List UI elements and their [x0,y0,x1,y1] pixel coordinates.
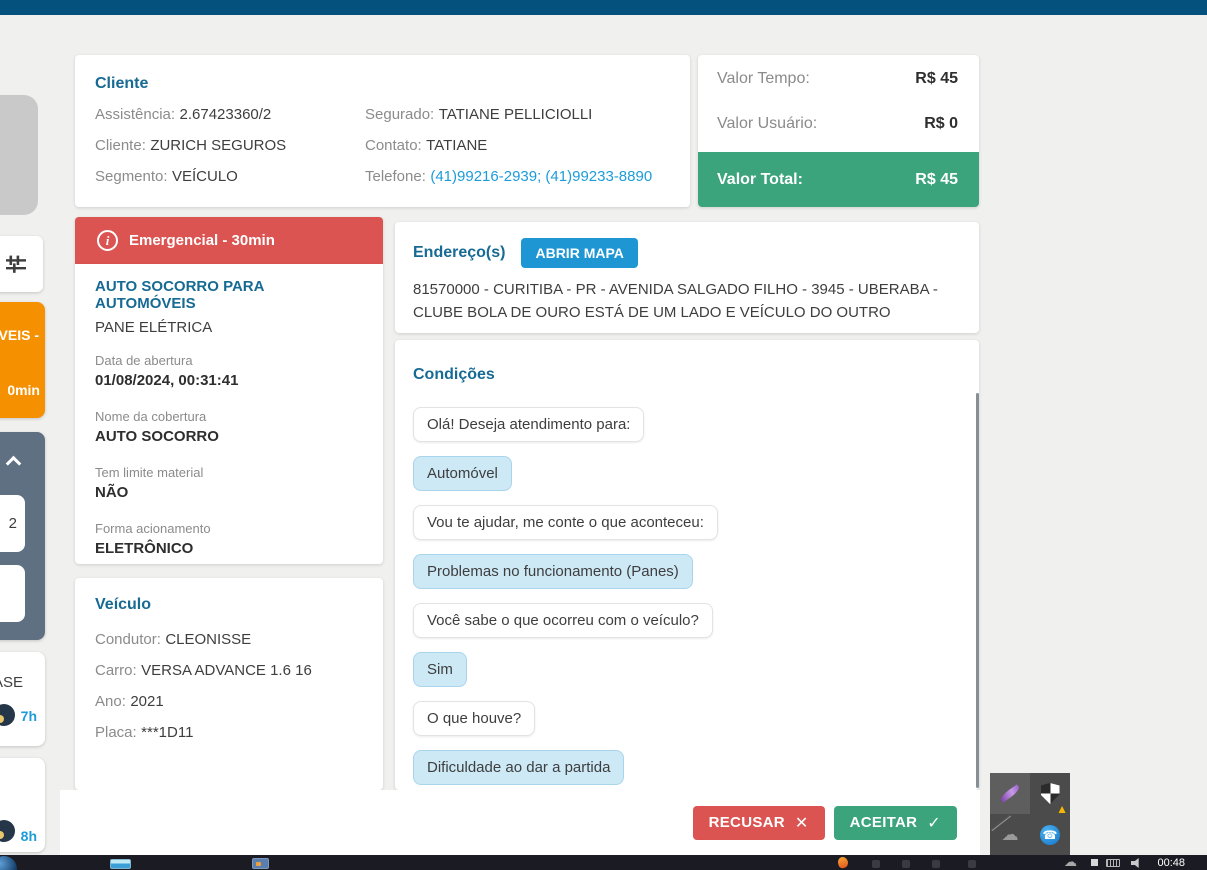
taskbar-explorer-icon[interactable] [252,858,269,869]
contact-field: Contato: TATIANE [365,137,670,155]
queue-empty-box[interactable] [0,565,25,622]
sidebar-filter-button[interactable] [0,236,43,292]
vehicle-card-title: Veículo [95,596,363,614]
taskbar-browser-icon[interactable] [0,856,17,870]
pen-icon [999,784,1021,802]
refuse-button[interactable]: RECUSAR ✕ [693,806,825,840]
warning-icon: ▲ [1056,804,1068,814]
client-field: Cliente: ZURICH SEGUROS [95,137,365,155]
phone-link[interactable]: (41)99216-2939; (41)99233-8890 [430,168,652,185]
tray-onedrive-item[interactable]: ☁ [990,814,1030,855]
service-field: Tem limite material NÃO [95,465,363,501]
tray-speaker-icon[interactable] [1131,858,1142,868]
chat-bubble: Você sabe o que ocorreu com o veículo? [413,603,713,638]
segment-field: Segmento: VEÍCULO [95,168,365,186]
phone-field: Telefone: (41)99216-2939; (41)99233-8890 [365,168,670,186]
explorer-accent [256,862,261,866]
avatar [0,704,15,726]
vehicle-field: Carro: VERSA ADVANCE 1.6 16 [95,662,363,680]
address-text: 81570000 - CURITIBA - PR - AVENIDA SALGA… [413,278,961,324]
service-card: AUTO SOCORRO PARA AUTOMÓVEIS PANE ELÉTRI… [75,264,383,564]
value-total-row: Valor Total: R$ 45 [698,152,979,207]
moon-icon [0,831,4,839]
case-time-badge: 8h [21,828,37,844]
address-card: Endereço(s) ABRIR MAPA 81570000 - CURITI… [395,222,979,333]
tray-defender-item[interactable]: ▲ [1030,773,1070,814]
avatar [0,820,15,842]
conditions-card-title: Condições [413,366,961,384]
moon-icon [0,715,4,723]
taskbar-app-icon[interactable] [110,859,131,869]
open-map-button[interactable]: ABRIR MAPA [521,238,637,268]
sidebar-collapsed-panel [0,95,38,215]
values-card: Valor Tempo: R$ 45 Valor Usuário: R$ 0 V… [698,55,979,207]
chat-bubble: Dificuldade ao dar a partida [413,750,624,785]
sidebar-service-time: 0min [7,382,40,398]
taskbar-flame-icon[interactable] [837,856,850,870]
cloud-off-icon: ☁ [1002,826,1019,844]
chat-bubble: Olá! Deseja atendimento para: [413,407,644,442]
case-label: ASE [0,674,23,691]
tray-phone-item[interactable]: ☎ [1030,814,1070,855]
top-bar [0,0,1207,15]
chat-bubble: O que houve? [413,701,535,736]
tray-pen-item[interactable] [990,773,1030,814]
chat-bubble: Vou te ajudar, me conte o que aconteceu: [413,505,718,540]
chat-bubble: Sim [413,652,467,687]
service-title: AUTO SOCORRO PARA AUTOMÓVEIS [95,278,363,312]
taskbar-clock[interactable]: 00:48 [1157,856,1185,870]
tray-cloud-icon[interactable]: ☁ [1064,854,1077,870]
conditions-card: Condições Olá! Deseja atendimento para: … [395,340,979,790]
vehicle-field: Ano: 2021 [95,693,363,711]
shield-icon [1041,783,1060,804]
taskbar-tray-icon[interactable] [968,860,976,868]
address-card-title: Endereço(s) [413,244,505,262]
vehicle-card: Veículo Condutor: CLEONISSE Carro: VERSA… [75,578,383,790]
info-icon: i [97,230,118,251]
chevron-up-icon [6,456,22,472]
service-field: Nome da cobertura AUTO SOCORRO [95,409,363,445]
service-subtitle: PANE ELÉTRICA [95,319,363,336]
client-card-title: Cliente [95,75,670,93]
client-card: Cliente Assistência: 2.67423360/2 Client… [75,55,690,207]
value-user-row: Valor Usuário: R$ 0 [698,103,979,145]
sidebar-item-case[interactable]: ASE 7h [0,652,45,746]
insured-field: Segurado: TATIANE PELLICIOLLI [365,106,670,124]
value-time-row: Valor Tempo: R$ 45 [698,58,979,100]
assistance-field: Assistência: 2.67423360/2 [95,106,365,124]
tray-overflow-flyout: ▲ ☁ ☎ [990,773,1070,855]
case-time-badge: 7h [21,708,37,724]
sidebar-item-active-service[interactable]: VEIS - 0min [0,302,45,418]
taskbar-tray-icon[interactable] [932,860,940,868]
tray-square-icon[interactable] [1091,859,1098,866]
emergency-banner: i Emergencial - 30min [75,217,383,264]
screen: VEIS - 0min 2 ASE 7h 8h Cliente Assistên… [0,0,1207,870]
phone-icon: ☎ [1040,825,1060,845]
vertical-scrollbar[interactable] [976,393,979,788]
tray-keyboard-icon[interactable] [1106,859,1120,867]
accept-button[interactable]: ACEITAR ✓ [834,806,957,840]
vehicle-field: Condutor: CLEONISSE [95,631,363,649]
service-field: Data de abertura 01/08/2024, 00:31:41 [95,353,363,389]
chat-bubble: Automóvel [413,456,512,491]
service-field: Forma acionamento ELETRÔNICO [95,521,363,557]
taskbar-tray-icon[interactable] [902,860,910,868]
taskbar: ☁ 00:48 [0,855,1207,870]
filter-icon [4,252,28,276]
chat-bubble: Problemas no funcionamento (Panes) [413,554,693,589]
vehicle-field: Placa: ***1D11 [95,724,363,742]
sidebar-queue-panel[interactable]: 2 [0,432,45,640]
action-footer: RECUSAR ✕ ACEITAR ✓ [60,790,980,855]
sidebar-item-case-2[interactable]: 8h [0,758,45,852]
check-icon: ✓ [927,813,941,833]
taskbar-tray-icon[interactable] [872,860,880,868]
close-icon: ✕ [795,813,809,833]
queue-count-box[interactable]: 2 [0,495,25,552]
sidebar-service-text: VEIS - [0,327,39,343]
